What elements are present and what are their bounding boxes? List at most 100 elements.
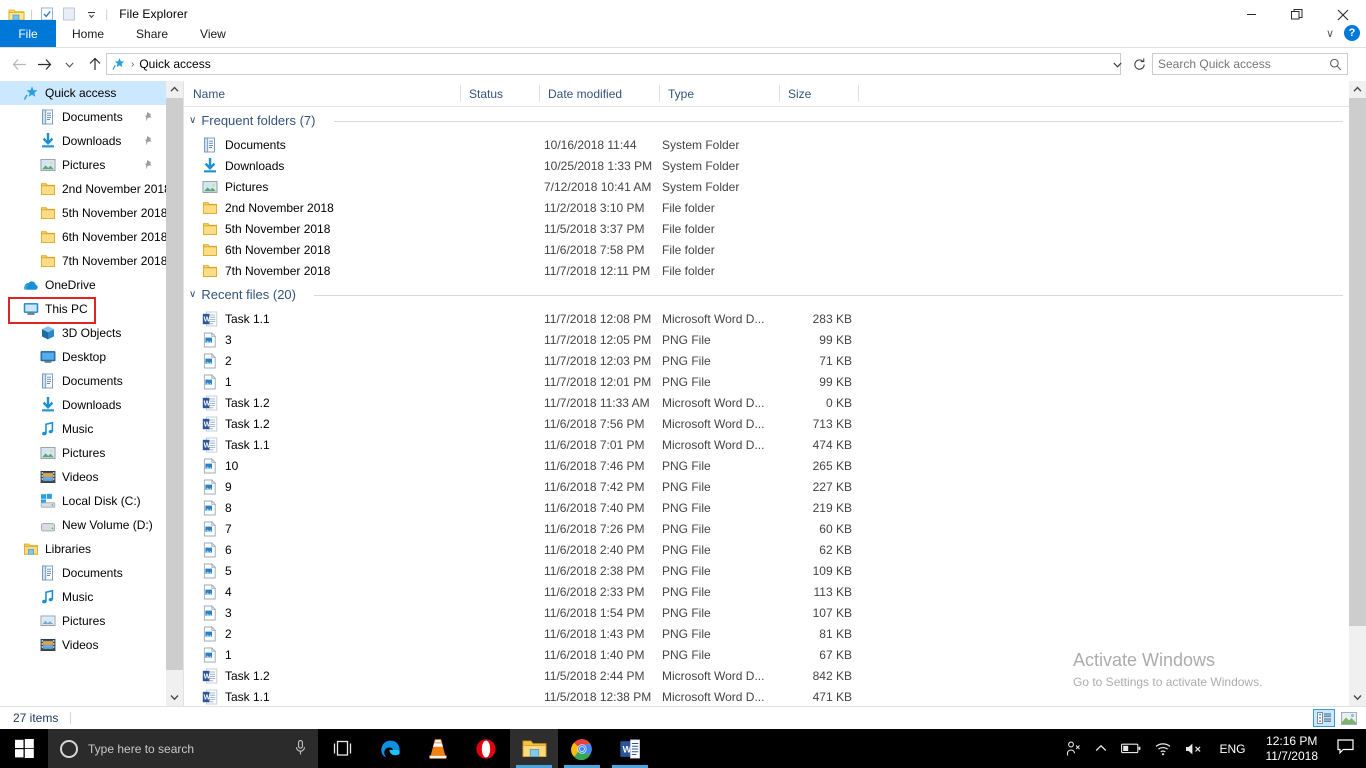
table-row[interactable]: 2nd November 201811/2/2018 3:10 PMFile f… — [184, 197, 1349, 218]
table-row[interactable]: 311/7/2018 12:05 PMPNG File99 KB — [184, 329, 1349, 350]
group-header[interactable]: ∨Recent files (20) — [184, 281, 1349, 308]
cell-name[interactable]: 3 — [202, 332, 232, 348]
list-scroll-up-button[interactable] — [1349, 81, 1366, 98]
navigation-pane[interactable]: Quick accessDocumentsDownloadsPictures2n… — [0, 81, 166, 706]
microphone-icon[interactable] — [295, 740, 306, 758]
sidebar-item-documents[interactable]: Documents — [0, 561, 166, 585]
sidebar-item-local-disk-c[interactable]: Local Disk (C:) — [0, 489, 166, 513]
search-box[interactable] — [1152, 53, 1348, 75]
table-row[interactable]: 911/6/2018 7:42 PMPNG File227 KB — [184, 476, 1349, 497]
pin-icon[interactable] — [144, 135, 154, 149]
sidebar-item-downloads[interactable]: Downloads — [0, 129, 166, 153]
sidebar-item-documents[interactable]: Documents — [0, 105, 166, 129]
sidebar-item-7th-november-2018[interactable]: 7th November 2018 — [0, 249, 166, 273]
large-icons-view-icon[interactable] — [1338, 709, 1360, 727]
nav-scroll-thumb[interactable] — [166, 98, 183, 670]
column-header-date-modified[interactable]: Date modified — [539, 81, 659, 106]
sidebar-item-documents[interactable]: Documents — [0, 369, 166, 393]
file-list-scrollbar[interactable] — [1349, 81, 1366, 706]
sidebar-item-videos[interactable]: Videos — [0, 465, 166, 489]
cell-name[interactable]: 9 — [202, 479, 232, 495]
sidebar-item-onedrive[interactable]: OneDrive — [0, 273, 166, 297]
sidebar-item-desktop[interactable]: Desktop — [0, 345, 166, 369]
cell-name[interactable]: 2 — [202, 626, 232, 642]
sidebar-item-pictures[interactable]: Pictures — [0, 441, 166, 465]
chevron-down-icon[interactable]: ∨ — [189, 289, 196, 300]
table-row[interactable]: 111/6/2018 1:40 PMPNG File67 KB — [184, 644, 1349, 665]
language-indicator[interactable]: ENG — [1210, 742, 1254, 756]
sidebar-item-pictures[interactable]: Pictures — [0, 153, 166, 177]
show-hidden-icons-chevron-icon[interactable] — [1088, 729, 1114, 768]
cell-name[interactable]: WTask 1.1 — [202, 437, 270, 453]
column-header-status[interactable]: Status — [460, 81, 539, 106]
sidebar-item-music[interactable]: Music — [0, 585, 166, 609]
sidebar-item-libraries[interactable]: Libraries — [0, 537, 166, 561]
pin-icon[interactable] — [144, 159, 154, 173]
up-button[interactable] — [83, 51, 106, 77]
word-icon[interactable]: W — [606, 729, 654, 768]
list-scroll-down-button[interactable] — [1349, 689, 1366, 706]
recent-locations-button[interactable] — [58, 51, 81, 77]
column-header-type[interactable]: Type — [659, 81, 779, 106]
table-row[interactable]: 5th November 201811/5/2018 3:37 PMFile f… — [184, 218, 1349, 239]
sidebar-item-pictures[interactable]: Pictures — [0, 609, 166, 633]
volume-muted-icon[interactable] — [1178, 729, 1210, 768]
pin-icon[interactable] — [144, 111, 154, 125]
cortana-search-box[interactable]: Type here to search — [48, 729, 318, 768]
cell-name[interactable]: 1 — [202, 647, 232, 663]
table-row[interactable]: WTask 1.211/5/2018 2:44 PMMicrosoft Word… — [184, 665, 1349, 686]
clock[interactable]: 12:16 PM 11/7/2018 — [1255, 729, 1330, 768]
table-row[interactable]: Pictures7/12/2018 10:41 AMSystem Folder — [184, 176, 1349, 197]
group-header[interactable]: ∨Frequent folders (7) — [184, 107, 1349, 134]
table-row[interactable]: Downloads10/25/2018 1:33 PMSystem Folder — [184, 155, 1349, 176]
table-row[interactable]: 811/6/2018 7:40 PMPNG File219 KB — [184, 497, 1349, 518]
sidebar-item-music[interactable]: Music — [0, 417, 166, 441]
table-row[interactable]: WTask 1.211/7/2018 11:33 AMMicrosoft Wor… — [184, 392, 1349, 413]
chevron-down-icon[interactable]: ∨ — [189, 115, 196, 126]
table-row[interactable]: 111/7/2018 12:01 PMPNG File99 KB — [184, 371, 1349, 392]
sidebar-item-downloads[interactable]: Downloads — [0, 393, 166, 417]
table-row[interactable]: WTask 1.111/7/2018 12:08 PMMicrosoft Wor… — [184, 308, 1349, 329]
column-header-name[interactable]: Name — [184, 81, 460, 106]
opera-icon[interactable] — [462, 729, 510, 768]
column-header-size[interactable]: Size — [779, 81, 858, 106]
help-icon[interactable]: ? — [1344, 25, 1360, 41]
sidebar-item-2nd-november-2018[interactable]: 2nd November 2018 — [0, 177, 166, 201]
navigation-pane-scrollbar[interactable] — [166, 81, 183, 706]
address-dropdown-icon[interactable] — [1106, 53, 1128, 75]
table-row[interactable]: 211/6/2018 1:43 PMPNG File81 KB — [184, 623, 1349, 644]
notification-icon[interactable] — [1329, 739, 1366, 759]
table-row[interactable]: 411/6/2018 2:33 PMPNG File113 KB — [184, 581, 1349, 602]
table-row[interactable]: 7th November 201811/7/2018 12:11 PMFile … — [184, 260, 1349, 281]
table-row[interactable]: 511/6/2018 2:38 PMPNG File109 KB — [184, 560, 1349, 581]
table-row[interactable]: 6th November 201811/6/2018 7:58 PMFile f… — [184, 239, 1349, 260]
cell-name[interactable]: WTask 1.1 — [202, 311, 270, 327]
details-view-icon[interactable] — [1313, 709, 1335, 727]
cell-name[interactable]: 4 — [202, 584, 232, 600]
cell-name[interactable]: 6th November 2018 — [202, 242, 330, 258]
people-icon[interactable] — [1059, 729, 1088, 768]
tab-home[interactable]: Home — [56, 20, 120, 47]
cell-name[interactable]: 5 — [202, 563, 232, 579]
table-row[interactable]: 311/6/2018 1:54 PMPNG File107 KB — [184, 602, 1349, 623]
search-icon[interactable] — [1329, 58, 1342, 71]
column-separator[interactable] — [539, 85, 540, 102]
cell-name[interactable]: 8 — [202, 500, 232, 516]
table-row[interactable]: 1011/6/2018 7:46 PMPNG File265 KB — [184, 455, 1349, 476]
sidebar-item-quick-access[interactable]: Quick access — [0, 81, 166, 105]
task-view-icon[interactable] — [318, 729, 366, 768]
table-row[interactable]: 611/6/2018 2:40 PMPNG File62 KB — [184, 539, 1349, 560]
windows-start-icon[interactable] — [0, 729, 48, 768]
sidebar-item-new-volume-d[interactable]: New Volume (D:) — [0, 513, 166, 537]
edge-icon[interactable] — [366, 729, 414, 768]
sidebar-item-3d-objects[interactable]: 3D Objects — [0, 321, 166, 345]
cell-name[interactable]: 7 — [202, 521, 232, 537]
cell-name[interactable]: WTask 1.1 — [202, 689, 270, 705]
cell-name[interactable]: 6 — [202, 542, 232, 558]
cell-name[interactable]: 1 — [202, 374, 232, 390]
cell-name[interactable]: WTask 1.2 — [202, 395, 270, 411]
cell-name[interactable]: 5th November 2018 — [202, 221, 330, 237]
column-separator[interactable] — [659, 85, 660, 102]
file-explorer-icon[interactable] — [510, 729, 558, 768]
forward-button[interactable] — [33, 51, 56, 77]
